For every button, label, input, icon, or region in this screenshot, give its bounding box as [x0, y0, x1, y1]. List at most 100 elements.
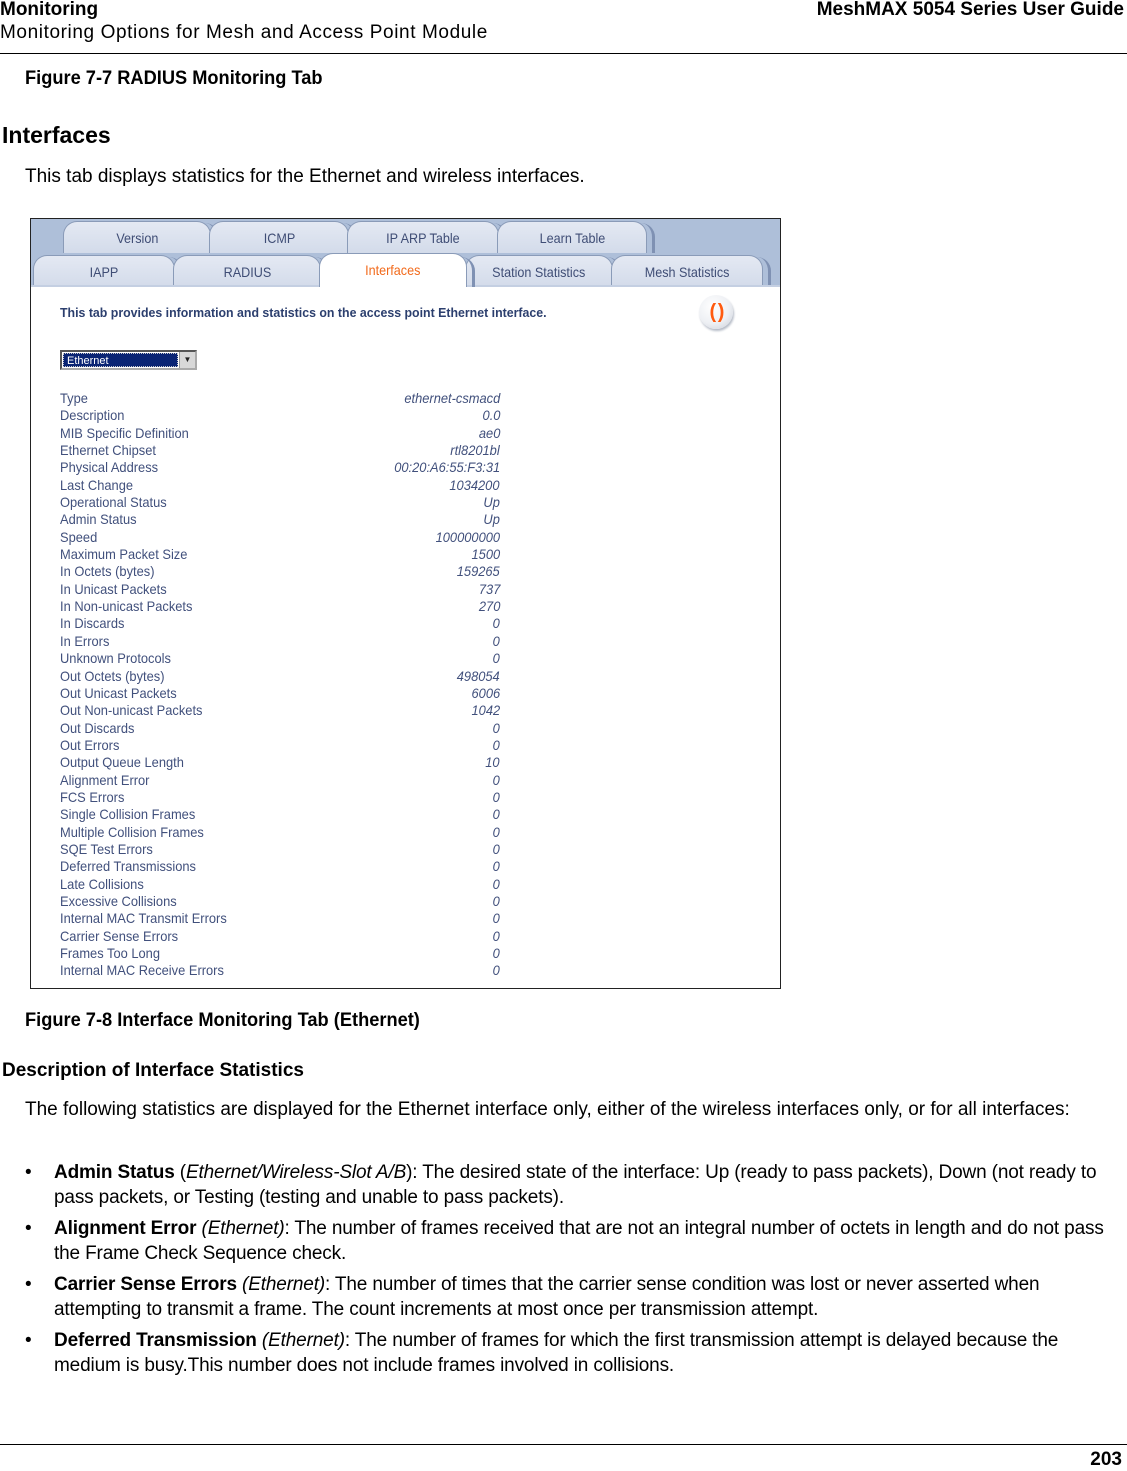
stat-value: 498054	[457, 667, 500, 684]
stat-value: Up	[483, 511, 500, 528]
stat-value: 270	[478, 598, 500, 615]
stat-value: 0	[492, 632, 500, 649]
stat-label: In Non-unicast Packets	[60, 598, 193, 615]
stat-row: Output Queue Length 10	[60, 754, 500, 771]
stat-value: 0	[492, 615, 500, 632]
stat-value: 0	[492, 910, 500, 927]
stat-row: In Non-unicast Packets 270	[60, 598, 500, 615]
stat-label: SQE Test Errors	[60, 840, 153, 857]
stat-row: Late Collisions 0	[60, 876, 500, 893]
stat-value: 0	[492, 962, 500, 979]
tab-radius[interactable]: RADIUS	[173, 255, 329, 287]
tab-mesh-statistics[interactable]: Mesh Statistics	[611, 255, 771, 287]
stat-label: Late Collisions	[60, 875, 144, 892]
interface-select-value: Ethernet	[63, 353, 178, 367]
stat-row: MIB Specific Definition ae0	[60, 425, 500, 442]
stat-label: Output Queue Length	[60, 754, 184, 771]
stat-label: In Discards	[60, 615, 125, 632]
tab-version[interactable]: Version	[63, 221, 219, 253]
stat-value: 0	[492, 892, 500, 909]
stat-value: 0	[492, 806, 500, 823]
tab-learn-table[interactable]: Learn Table	[497, 221, 655, 253]
stat-row: Admin Status Up	[60, 511, 500, 528]
stat-value: 0	[492, 875, 500, 892]
interfaces-tab-screenshot: Version ICMP IP ARP Table Learn Table IA…	[30, 218, 781, 989]
stat-label: Frames Too Long	[60, 945, 161, 961]
running-header-subsection: Monitoring Options for Mesh and Access P…	[0, 22, 488, 43]
stat-label: Maximum Packet Size	[60, 546, 188, 563]
stat-label: Excessive Collisions	[60, 892, 177, 909]
stat-row: SQE Test Errors 0	[60, 841, 500, 858]
tab-icmp[interactable]: ICMP	[209, 221, 357, 253]
stat-row: Unknown Protocols 0	[60, 650, 500, 667]
bullet-text: Admin Status (Ethernet/Wireless-Slot A/B…	[54, 1160, 1125, 1210]
bullet-item: • Admin Status (Ethernet/Wireless-Slot A/…	[25, 1160, 1125, 1210]
bullet-term: Alignment Error	[54, 1218, 197, 1239]
stat-value: 0	[492, 719, 500, 736]
bullet-scope: (Ethernet)	[201, 1218, 285, 1239]
interface-select[interactable]: Ethernet ▼	[60, 350, 197, 370]
stat-row: In Discards 0	[60, 615, 500, 632]
stat-value: 10	[485, 754, 500, 771]
stat-value: 1500	[471, 546, 500, 563]
refresh-button[interactable]: ( )	[699, 295, 733, 329]
stat-row: Out Errors 0	[60, 737, 500, 754]
figure-7-8-caption: Figure 7-8 Interface Monitoring Tab (Eth…	[25, 1010, 420, 1031]
stat-row: Maximum Packet Size 1500	[60, 546, 500, 563]
stat-label: Out Unicast Packets	[60, 684, 177, 701]
stat-label: Ethernet Chipset	[60, 442, 156, 459]
bullet-item: • Carrier Sense Errors (Ethernet): The nu…	[25, 1272, 1125, 1322]
stat-label: Out Octets (bytes)	[60, 667, 165, 684]
bullet-pre: (	[174, 1162, 186, 1183]
stat-row: Ethernet Chipset rtl8201bl	[60, 442, 500, 459]
stat-value: 159265	[457, 563, 500, 580]
stat-row: Carrier Sense Errors 0	[60, 928, 500, 945]
stat-value: rtl8201bl	[450, 442, 500, 459]
stat-label: Internal MAC Receive Errors	[60, 962, 224, 979]
stat-row: Type ethernet-csmacd	[60, 390, 500, 407]
bullet-term: Deferred Transmission	[54, 1330, 257, 1351]
stat-value: 1034200	[449, 476, 500, 493]
stat-label: Multiple Collision Frames	[60, 823, 204, 840]
stat-row: FCS Errors 0	[60, 789, 500, 806]
tab-station-statistics[interactable]: Station Statistics	[465, 255, 621, 287]
stat-label: Last Change	[60, 476, 134, 493]
stat-row: Alignment Error 0	[60, 772, 500, 789]
stat-row: Frames Too Long 0	[60, 945, 500, 962]
stat-row: Out Octets (bytes) 498054	[60, 668, 500, 685]
stat-value: 00:20:A6:55:F3:31	[394, 459, 500, 476]
bullet-text: Carrier Sense Errors (Ethernet): The num…	[54, 1272, 1125, 1322]
tab-ip-arp-table[interactable]: IP ARP Table	[347, 221, 507, 253]
stat-row: Out Unicast Packets 6006	[60, 685, 500, 702]
stat-row: Last Change 1034200	[60, 477, 500, 494]
stat-label: Single Collision Frames	[60, 806, 196, 823]
stat-value: 1042	[471, 702, 500, 719]
stat-row: Out Non-unicast Packets 1042	[60, 702, 500, 719]
stat-label: In Errors	[60, 632, 110, 649]
tab-interfaces[interactable]: Interfaces	[319, 253, 475, 287]
interfaces-intro: This tab displays statistics for the Eth…	[25, 166, 585, 187]
refresh-icon: ( )	[709, 300, 725, 323]
stat-label: Alignment Error	[60, 771, 150, 788]
stat-row: Internal MAC Transmit Errors 0	[60, 910, 500, 927]
stat-row: Internal MAC Receive Errors 0	[60, 962, 500, 979]
stat-row: Excessive Collisions 0	[60, 893, 500, 910]
bullet-text: Alignment Error (Ethernet): The number o…	[54, 1216, 1125, 1266]
stat-label: FCS Errors	[60, 788, 125, 805]
stat-row: Operational Status Up	[60, 494, 500, 511]
interfaces-heading: Interfaces	[2, 122, 111, 148]
chevron-down-icon[interactable]: ▼	[179, 352, 195, 368]
stat-value: 0.0	[482, 407, 500, 424]
stat-label: Out Non-unicast Packets	[60, 702, 203, 719]
tab-iapp[interactable]: IAPP	[33, 255, 183, 287]
stat-row: Deferred Transmissions 0	[60, 858, 500, 875]
tab-bar: Version ICMP IP ARP Table Learn Table IA…	[31, 219, 780, 287]
stat-value: 6006	[471, 684, 500, 701]
figure-7-7-caption: Figure 7-7 RADIUS Monitoring Tab	[25, 68, 323, 89]
stat-label: Deferred Transmissions	[60, 858, 197, 875]
stat-row: Speed 100000000	[60, 529, 500, 546]
stat-value: 0	[492, 736, 500, 753]
stat-row: In Errors 0	[60, 633, 500, 650]
description-heading: Description of Interface Statistics	[2, 1060, 304, 1081]
running-header-guide-title: MeshMAX 5054 Series User Guide	[816, 0, 1124, 20]
